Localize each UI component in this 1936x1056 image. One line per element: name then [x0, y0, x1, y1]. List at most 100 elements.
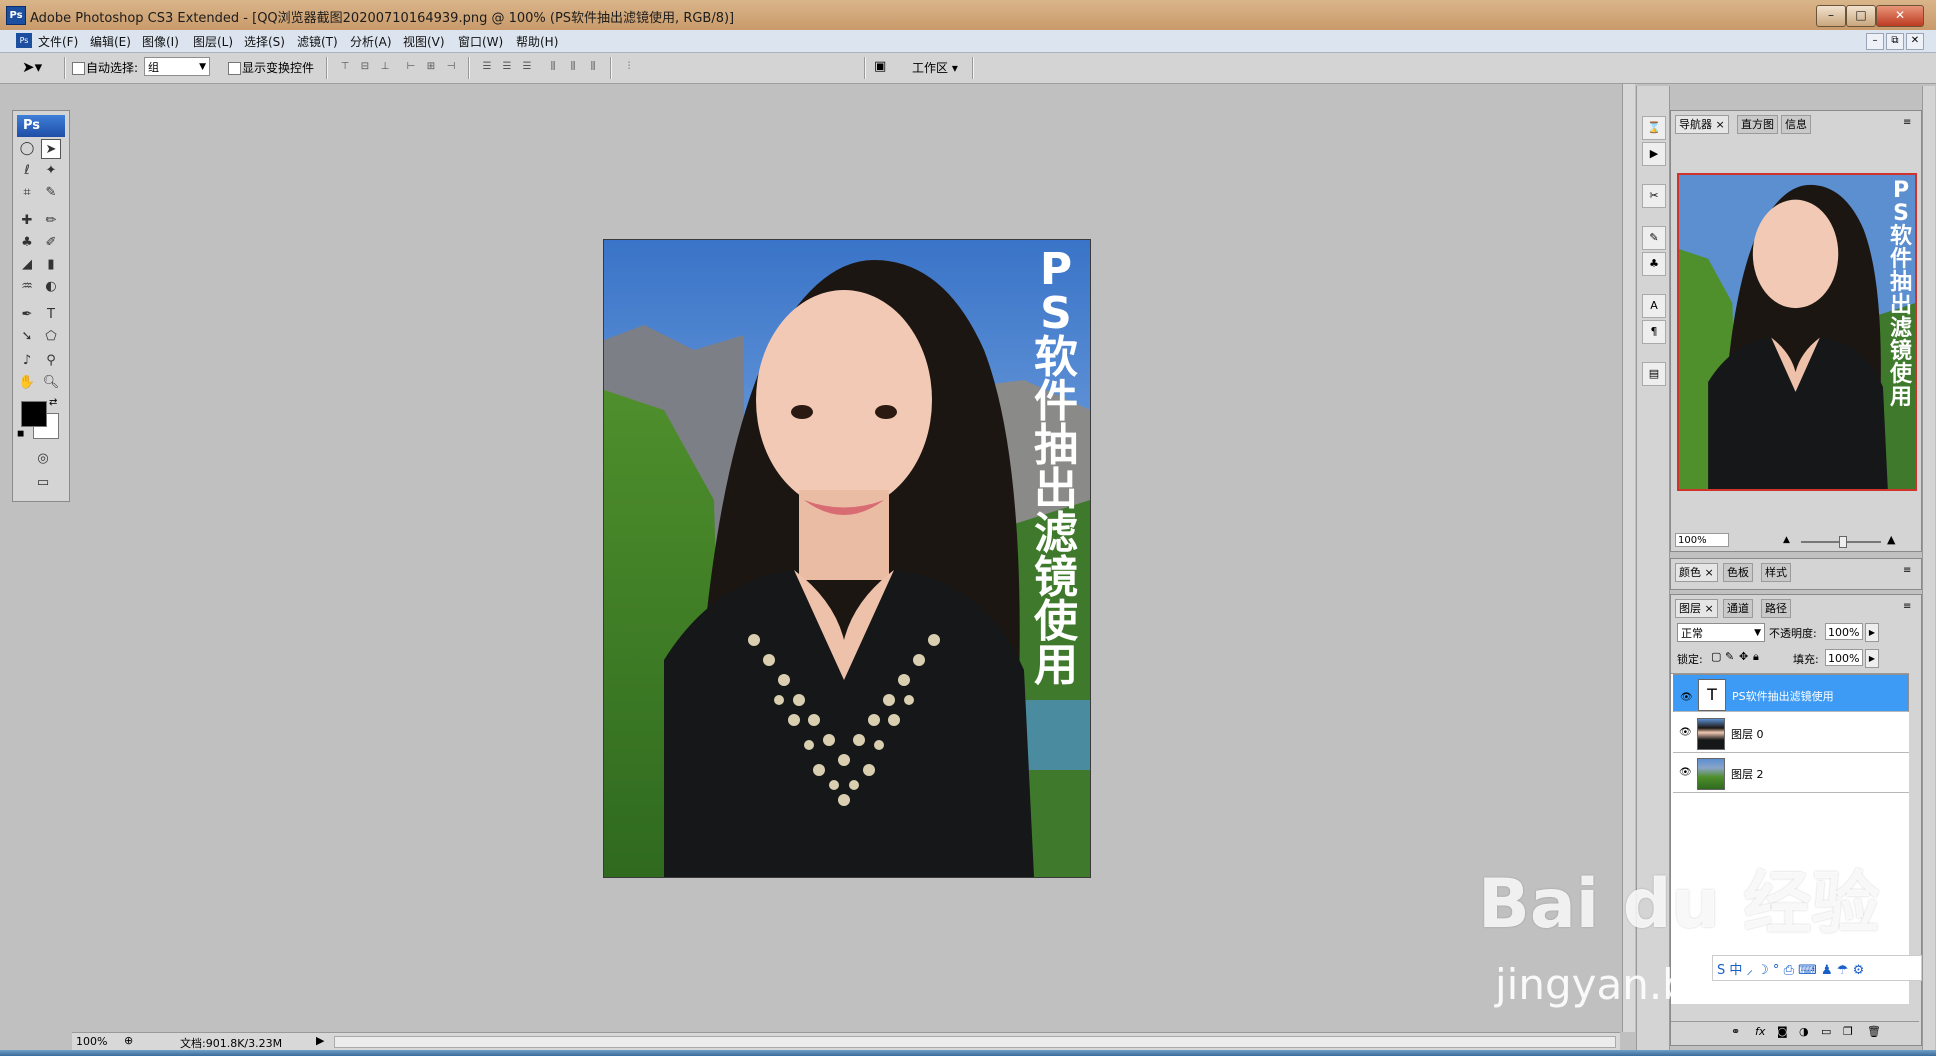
auto-align-icon[interactable]: ⫶: [622, 61, 636, 73]
layer-row[interactable]: 👁︎ T PS软件抽出滤镜使用: [1673, 674, 1909, 712]
lock-transparent-icon[interactable]: ▢: [1711, 650, 1721, 663]
menu-window[interactable]: 窗口(W): [458, 33, 503, 50]
doc-close-button[interactable]: ✕: [1906, 33, 1924, 50]
hand-tool-icon[interactable]: ✋: [17, 373, 37, 393]
tab-color[interactable]: 颜色 ×: [1675, 563, 1718, 582]
tab-info[interactable]: 信息: [1781, 115, 1811, 134]
lock-all-icon[interactable]: 🔒︎: [1753, 650, 1759, 664]
pen-tool-icon[interactable]: ✒: [17, 305, 37, 325]
distribute-right-icon[interactable]: ⫼: [586, 61, 600, 73]
dodge-tool-icon[interactable]: ◐: [41, 277, 61, 297]
layer-row[interactable]: 👁︎ 图层 0: [1673, 714, 1909, 753]
doc-minimize-button[interactable]: –: [1866, 33, 1884, 50]
doc-restore-button[interactable]: ⧉: [1886, 33, 1904, 50]
brushes-icon[interactable]: ✎: [1642, 226, 1666, 250]
panel-dock-scrollbar[interactable]: [1922, 86, 1935, 1050]
tab-swatches[interactable]: 色板: [1723, 563, 1753, 582]
magic-wand-tool-icon[interactable]: ✦: [41, 161, 61, 181]
align-left-icon[interactable]: ⊢: [404, 61, 418, 73]
blend-mode-dropdown[interactable]: 正常 ▼: [1677, 623, 1765, 642]
file-browser-icon[interactable]: ▣: [874, 59, 892, 75]
opacity-input[interactable]: 100%: [1825, 623, 1863, 640]
layer-style-icon[interactable]: fx: [1755, 1025, 1765, 1038]
tab-channels[interactable]: 通道: [1723, 599, 1753, 618]
status-zoom[interactable]: 100%: [76, 1035, 107, 1048]
align-top-icon[interactable]: ⊤: [338, 61, 352, 73]
status-menu-arrow-icon[interactable]: ▶: [316, 1034, 324, 1047]
tool-presets-icon[interactable]: ✂: [1642, 184, 1666, 208]
tab-styles[interactable]: 样式: [1761, 563, 1791, 582]
adjustment-layer-icon[interactable]: ◑: [1799, 1025, 1809, 1038]
menu-filter[interactable]: 滤镜(T): [297, 33, 338, 50]
align-bottom-icon[interactable]: ⊥: [378, 61, 392, 73]
menu-image[interactable]: 图像(I): [142, 33, 179, 50]
brush-tool-icon[interactable]: ✏: [41, 211, 61, 231]
menu-layer[interactable]: 图层(L): [193, 33, 233, 50]
distribute-bottom-icon[interactable]: ☰: [520, 61, 534, 73]
opacity-arrow-icon[interactable]: ▶: [1865, 623, 1879, 642]
distribute-left-icon[interactable]: ⫼: [546, 61, 560, 73]
maximize-button[interactable]: □: [1846, 5, 1876, 27]
zoom-slider-thumb[interactable]: [1839, 536, 1847, 548]
distribute-vcenter-icon[interactable]: ☰: [500, 61, 514, 73]
eyedropper-tool-icon[interactable]: ⚲: [41, 351, 61, 371]
actions-icon[interactable]: ▶: [1642, 142, 1666, 166]
layer-mask-icon[interactable]: ◙: [1777, 1025, 1788, 1038]
lock-image-icon[interactable]: ✎: [1725, 650, 1734, 663]
fill-input[interactable]: 100%: [1825, 649, 1863, 666]
align-vcenter-icon[interactable]: ⊟: [358, 61, 372, 73]
screen-mode-icon[interactable]: ▭: [31, 473, 55, 493]
path-selection-tool-icon[interactable]: ➘: [17, 327, 37, 347]
menu-analysis[interactable]: 分析(A): [350, 33, 392, 50]
new-layer-icon[interactable]: ❐: [1843, 1025, 1853, 1038]
type-tool-icon[interactable]: T: [41, 305, 61, 325]
quick-mask-icon[interactable]: ◎: [31, 449, 55, 469]
status-preview-icon[interactable]: ⊕: [124, 1034, 133, 1047]
marquee-tool-icon[interactable]: ◯: [17, 139, 37, 159]
align-right-icon[interactable]: ⊣: [444, 61, 458, 73]
lasso-tool-icon[interactable]: ℓ: [17, 161, 37, 181]
history-icon[interactable]: ⌛: [1642, 116, 1666, 140]
history-brush-tool-icon[interactable]: ✐: [41, 233, 61, 253]
panel-menu-icon[interactable]: ≡: [1903, 117, 1911, 128]
menu-help[interactable]: 帮助(H): [516, 33, 558, 50]
lock-position-icon[interactable]: ✥: [1739, 650, 1748, 663]
tab-navigator[interactable]: 导航器 ×: [1675, 115, 1729, 134]
paragraph-icon[interactable]: ¶: [1642, 320, 1666, 344]
move-tool-preset-icon[interactable]: ➤▾: [22, 58, 42, 76]
tab-layers[interactable]: 图层 ×: [1675, 599, 1718, 618]
character-icon[interactable]: A: [1642, 294, 1666, 318]
link-layers-icon[interactable]: ⚭: [1731, 1025, 1740, 1038]
gradient-tool-icon[interactable]: ▮: [41, 255, 61, 275]
distribute-top-icon[interactable]: ☰: [480, 61, 494, 73]
auto-select-checkbox[interactable]: [72, 62, 85, 75]
navigator-zoom-input[interactable]: 100%: [1675, 533, 1729, 547]
menu-select[interactable]: 选择(S): [244, 33, 285, 50]
menu-edit[interactable]: 编辑(E): [90, 33, 131, 50]
healing-brush-tool-icon[interactable]: ✚: [17, 211, 37, 231]
visibility-eye-icon[interactable]: 👁︎: [1680, 688, 1693, 703]
new-group-icon[interactable]: ▭: [1821, 1025, 1831, 1038]
fill-arrow-icon[interactable]: ▶: [1865, 649, 1879, 668]
clone-source-icon[interactable]: ♣: [1642, 252, 1666, 276]
clone-stamp-tool-icon[interactable]: ♣: [17, 233, 37, 253]
horizontal-scrollbar[interactable]: [334, 1036, 1616, 1048]
visibility-eye-icon[interactable]: 👁︎: [1679, 727, 1692, 738]
workspace-menu[interactable]: 工作区 ▾: [912, 59, 958, 76]
auto-select-dropdown[interactable]: 组 ▼: [144, 57, 210, 76]
layer-row[interactable]: 👁︎ 图层 2: [1673, 754, 1909, 793]
visibility-eye-icon[interactable]: 👁︎: [1679, 767, 1692, 778]
blur-tool-icon[interactable]: ♒: [17, 277, 37, 297]
zoom-tool-icon[interactable]: 🔍︎: [41, 373, 61, 393]
document-canvas[interactable]: PS软件抽出滤镜使用: [603, 239, 1091, 878]
menu-view[interactable]: 视图(V): [403, 33, 445, 50]
minimize-button[interactable]: –: [1816, 5, 1846, 27]
shape-tool-icon[interactable]: ⬠: [41, 327, 61, 347]
panel-menu-icon[interactable]: ≡: [1903, 601, 1911, 612]
default-colors-icon[interactable]: ◼: [17, 429, 24, 439]
distribute-hcenter-icon[interactable]: ⫼: [566, 61, 580, 73]
align-hcenter-icon[interactable]: ⊞: [424, 61, 438, 73]
eraser-tool-icon[interactable]: ◢: [17, 255, 37, 275]
ime-toolbar[interactable]: S 中 ⸝ ☽ ° ⎙ ⌨ ♟ ☂ ⚙: [1712, 955, 1922, 981]
navigator-thumbnail[interactable]: PS软件抽出滤镜使用: [1677, 173, 1917, 491]
